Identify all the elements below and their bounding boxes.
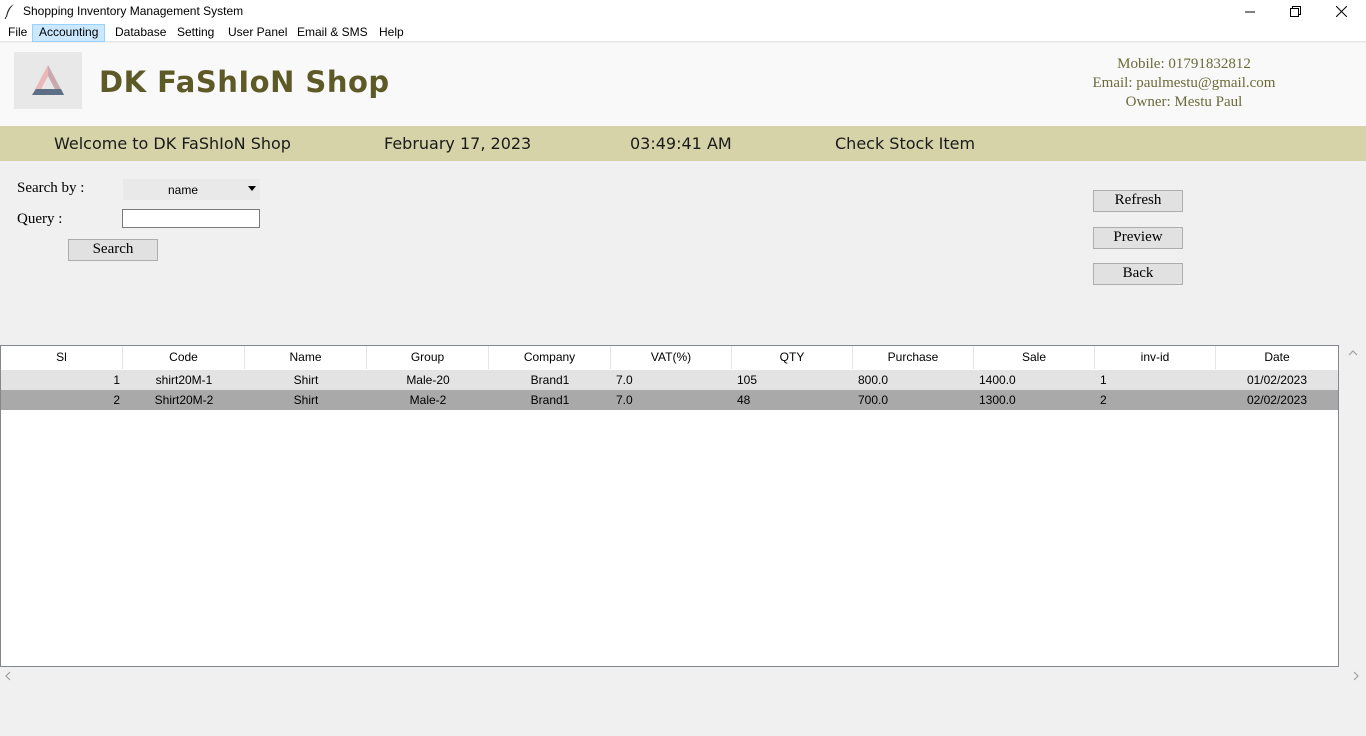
title-bar: Shopping Inventory Management System xyxy=(0,0,1366,23)
info-banner: Welcome to DK FaShIoN Shop February 17, … xyxy=(0,126,1366,161)
welcome-text: Welcome to DK FaShIoN Shop xyxy=(54,134,291,153)
minimize-button[interactable] xyxy=(1227,0,1273,23)
chevron-right-icon[interactable] xyxy=(1352,671,1360,681)
search-by-dropdown[interactable]: name xyxy=(123,179,260,200)
cell-sl: 2 xyxy=(113,393,120,407)
mobile-text: Mobile: 01791832812 xyxy=(1117,56,1251,72)
cell-inv-id: 2 xyxy=(1100,393,1107,407)
back-button[interactable]: Back xyxy=(1093,263,1183,285)
cell-company: Brand1 xyxy=(530,393,570,407)
table-row[interactable]: 2 Shirt20M-2 Shirt Male-2 Brand1 7.0 48 … xyxy=(1,390,1338,410)
col-header-date[interactable]: Date xyxy=(1216,346,1338,369)
section-title: Check Stock Item xyxy=(835,134,976,153)
cell-sale: 1300.0 xyxy=(979,393,1016,407)
close-icon xyxy=(1335,6,1347,17)
date-text: February 17, 2023 xyxy=(384,134,532,153)
menu-file[interactable]: File xyxy=(2,24,33,42)
col-header-purchase[interactable]: Purchase xyxy=(853,346,974,369)
col-header-qty[interactable]: QTY xyxy=(732,346,853,369)
chevron-up-icon[interactable] xyxy=(1348,349,1358,357)
cell-vat: 7.0 xyxy=(616,373,633,387)
menu-bar: File Accounting Database Setting User Pa… xyxy=(0,23,1366,42)
cell-inv-id: 1 xyxy=(1100,373,1107,387)
col-header-group[interactable]: Group xyxy=(367,346,489,369)
col-header-code[interactable]: Code xyxy=(123,346,245,369)
menu-database[interactable]: Database xyxy=(109,24,172,42)
horizontal-scrollbar[interactable] xyxy=(0,667,1366,684)
cell-date: 02/02/2023 xyxy=(1246,393,1307,407)
menu-accounting[interactable]: Accounting xyxy=(32,24,106,42)
cell-group: Male-20 xyxy=(406,373,450,387)
feather-icon xyxy=(4,4,14,19)
cell-qty: 105 xyxy=(737,373,758,387)
dropdown-arrow-icon xyxy=(248,186,256,191)
col-header-company[interactable]: Company xyxy=(489,346,611,369)
cell-purchase: 800.0 xyxy=(858,373,889,387)
query-label: Query : xyxy=(17,211,63,227)
cell-company: Brand1 xyxy=(530,373,570,387)
preview-button[interactable]: Preview xyxy=(1093,227,1183,249)
search-button[interactable]: Search xyxy=(68,239,158,261)
col-header-name[interactable]: Name xyxy=(245,346,367,369)
shop-name: DK FaShIoN Shop xyxy=(99,65,390,99)
stock-table[interactable]: Sl Code Name Group Company VAT(%) QTY Pu… xyxy=(0,345,1339,667)
contact-info: Mobile: 01791832812 Email: paulmestu@gma… xyxy=(1060,55,1308,112)
cell-qty: 48 xyxy=(737,393,751,407)
col-header-vat[interactable]: VAT(%) xyxy=(611,346,732,369)
chevron-left-icon[interactable] xyxy=(4,671,12,681)
col-header-inv-id[interactable]: inv-id xyxy=(1095,346,1216,369)
cell-date: 01/02/2023 xyxy=(1246,373,1307,387)
table-header: Sl Code Name Group Company VAT(%) QTY Pu… xyxy=(1,346,1338,369)
shop-header: DK FaShIoN Shop Mobile: 01791832812 Emai… xyxy=(0,43,1366,126)
cell-name: Shirt xyxy=(293,393,319,407)
email-text: Email: paulmestu@gmail.com xyxy=(1092,75,1276,91)
close-button[interactable] xyxy=(1318,0,1364,23)
cell-name: Shirt xyxy=(293,373,319,387)
menu-user-panel[interactable]: User Panel xyxy=(222,24,293,42)
menu-email-sms[interactable]: Email & SMS xyxy=(291,24,374,42)
refresh-button[interactable]: Refresh xyxy=(1093,190,1183,212)
vertical-scrollbar[interactable] xyxy=(1340,345,1366,667)
cell-sl: 1 xyxy=(113,373,120,387)
owner-text: Owner: Mestu Paul xyxy=(1125,94,1243,110)
cell-sale: 1400.0 xyxy=(979,373,1016,387)
shop-logo xyxy=(14,52,82,109)
cell-code: Shirt20M-2 xyxy=(154,393,214,407)
cell-group: Male-2 xyxy=(409,393,447,407)
minimize-icon xyxy=(1245,11,1255,12)
col-header-sale[interactable]: Sale xyxy=(974,346,1095,369)
query-input[interactable] xyxy=(122,209,260,228)
cell-purchase: 700.0 xyxy=(858,393,889,407)
menu-help[interactable]: Help xyxy=(373,24,410,42)
menu-setting[interactable]: Setting xyxy=(171,24,220,42)
window-title: Shopping Inventory Management System xyxy=(23,4,244,18)
search-by-label: Search by : xyxy=(17,180,85,196)
restore-button[interactable] xyxy=(1272,0,1318,23)
impossible-triangle-logo xyxy=(32,64,64,95)
restore-icon xyxy=(1289,6,1301,17)
col-header-sl[interactable]: Sl xyxy=(1,346,123,369)
search-by-value: name xyxy=(167,183,199,197)
cell-vat: 7.0 xyxy=(616,393,633,407)
table-row[interactable]: 1 shirt20M-1 Shirt Male-20 Brand1 7.0 10… xyxy=(1,370,1338,390)
time-text: 03:49:41 AM xyxy=(630,134,732,153)
cell-code: shirt20M-1 xyxy=(155,373,213,387)
